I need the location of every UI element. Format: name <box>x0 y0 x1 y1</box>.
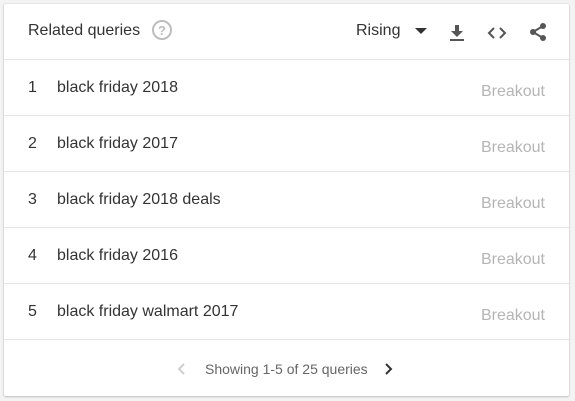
query-value: Breakout <box>480 251 545 268</box>
query-value: Breakout <box>480 195 545 212</box>
query-text[interactable]: black friday 2018 <box>57 79 178 97</box>
query-text[interactable]: black friday 2017 <box>57 135 178 153</box>
rising-filter-dropdown[interactable]: Rising <box>356 22 400 40</box>
query-rank: 3 <box>28 191 37 208</box>
chevron-right-icon[interactable] <box>381 361 395 377</box>
query-text[interactable]: black friday walmart 2017 <box>57 303 238 321</box>
query-row[interactable]: 2 black friday 2017 Breakout <box>4 116 569 172</box>
query-value: Breakout <box>480 83 545 100</box>
query-text[interactable]: black friday 2016 <box>57 247 178 265</box>
query-row[interactable]: 1 black friday 2018 Breakout <box>4 60 569 116</box>
query-text[interactable]: black friday 2018 deals <box>57 191 221 209</box>
query-rank: 1 <box>28 79 37 96</box>
query-row[interactable]: 5 black friday walmart 2017 Breakout <box>4 284 569 340</box>
help-circle-icon[interactable]: ? <box>152 20 172 40</box>
dropdown-caret-icon[interactable] <box>415 28 427 34</box>
card-header: Related queries ? Rising <box>4 4 569 60</box>
query-row[interactable]: 3 black friday 2018 deals Breakout <box>4 172 569 228</box>
share-icon[interactable] <box>527 21 549 43</box>
download-icon[interactable] <box>447 23 467 43</box>
card-title: Related queries <box>28 22 141 39</box>
query-value: Breakout <box>480 307 545 324</box>
query-row[interactable]: 4 black friday 2016 Breakout <box>4 228 569 284</box>
query-rank: 5 <box>28 303 37 320</box>
chevron-left-icon[interactable] <box>175 361 189 377</box>
query-value: Breakout <box>480 139 545 156</box>
query-rank: 2 <box>28 135 37 152</box>
query-rank: 4 <box>28 247 37 264</box>
pagination-footer: Showing 1-5 of 25 queries <box>4 340 569 396</box>
embed-code-icon[interactable] <box>486 23 508 43</box>
related-queries-card: Related queries ? Rising 1 black friday … <box>4 4 569 396</box>
pagination-status: Showing 1-5 of 25 queries <box>205 361 368 377</box>
